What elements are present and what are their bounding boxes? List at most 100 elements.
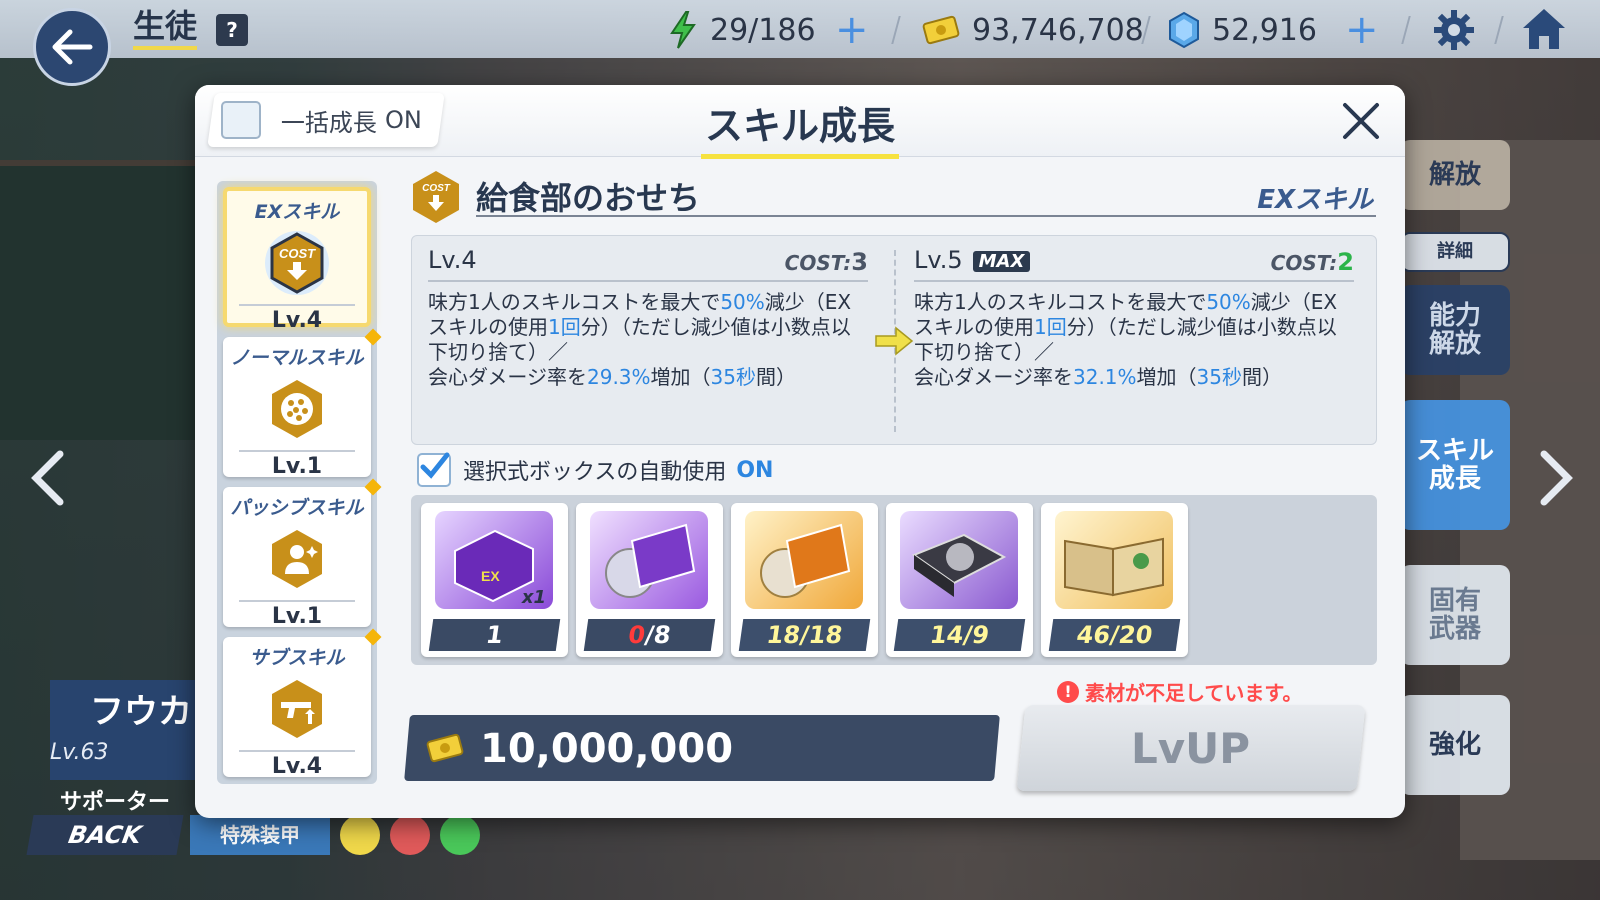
- separator: [1494, 16, 1504, 44]
- max-tag: MAX: [972, 250, 1031, 272]
- tab-level: Lv.4: [271, 754, 323, 779]
- armor-type: 特殊装甲: [190, 815, 330, 855]
- arrow-right-icon: [875, 326, 914, 356]
- divider: [239, 450, 355, 452]
- next-student-arrow-icon[interactable]: [1530, 448, 1580, 508]
- next-cost: COST:2: [1271, 248, 1354, 276]
- desc-text: 間）: [756, 365, 796, 389]
- current-cost: COST:3: [785, 248, 868, 276]
- modal-title-text: スキル成長: [700, 104, 899, 159]
- next-description: 味方1人のスキルコストを最大で50%減少（EXスキルの使用1回分）（ただし減少値…: [914, 290, 1354, 390]
- desc-text: 会心ダメージ率を: [428, 365, 587, 389]
- auto-use-checkbox[interactable]: [417, 452, 451, 487]
- desc-highlight: 1回: [548, 315, 581, 339]
- material-count: 14/9: [893, 619, 1026, 651]
- material-count: 0/8: [583, 619, 716, 651]
- divider: [914, 280, 1354, 282]
- desc-highlight: 35秒: [1196, 365, 1242, 389]
- gem-icon: [1169, 11, 1199, 49]
- skill-type: EXスキル: [1257, 185, 1373, 215]
- desc-text: 増加（: [650, 365, 711, 389]
- divider: [239, 600, 355, 602]
- skill-name: 給食部のおせち: [476, 179, 701, 217]
- skill-growth-menu[interactable]: スキル 成長: [1400, 400, 1510, 530]
- disc-icon: [760, 523, 851, 598]
- home-icon[interactable]: [1520, 6, 1568, 52]
- student-name: フウカ: [90, 692, 192, 732]
- tab-title: ノーマルスキル: [230, 347, 364, 369]
- material-count: 46/20: [1048, 619, 1181, 651]
- svg-text:EX: EX: [481, 568, 500, 584]
- next-level-box: Lv.5 MAX COST:2 味方1人のスキルコストを最大で50%減少（EXスキ…: [914, 246, 1354, 390]
- add-gem-button[interactable]: +: [1345, 10, 1379, 50]
- credit-display: 93,746,708: [922, 10, 1144, 50]
- prev-student-arrow-icon[interactable]: [24, 448, 74, 508]
- desc-highlight: 1回: [1034, 315, 1067, 339]
- lvup-label: LvUP: [1131, 723, 1251, 773]
- credit-icon: [426, 733, 464, 763]
- happy-face-icon: [440, 815, 480, 855]
- cost-value: 2: [1337, 248, 1354, 276]
- lightning-icon: [670, 11, 696, 49]
- level-compare-panel: Lv.4 COST:3 味方1人のスキルコストを最大で50%減少（EXスキルの使…: [411, 235, 1377, 445]
- material-item[interactable]: 18/18: [731, 503, 878, 657]
- gun-up-icon: [272, 680, 322, 738]
- hard-disk-icon: [900, 511, 1018, 609]
- ability-unlock-menu[interactable]: 能力 解放: [1400, 285, 1510, 375]
- tab-title: サブスキル: [249, 647, 345, 669]
- separator: [1401, 16, 1411, 44]
- material-item[interactable]: 14/9: [886, 503, 1033, 657]
- lvup-button[interactable]: LvUP: [1016, 705, 1366, 791]
- tab-ex-skill[interactable]: EXスキル COST Lv.4: [223, 187, 371, 333]
- material-item[interactable]: 0/8: [576, 503, 723, 657]
- divider: [428, 280, 868, 282]
- close-icon[interactable]: [1339, 99, 1383, 143]
- person-sparkle-icon: [272, 530, 322, 588]
- tab-normal-skill[interactable]: ノーマルスキル Lv.1: [223, 328, 382, 479]
- cost-label: COST:: [784, 251, 852, 275]
- material-tag: x1: [521, 587, 546, 608]
- skill-growth-modal: 一括成長 ON スキル成長 EXスキル COST Lv.4 ノーマルスキル Lv…: [195, 85, 1405, 818]
- angry-face-icon: [390, 815, 430, 855]
- dotted-circle-icon: [272, 380, 322, 438]
- auto-use-label: 選択式ボックスの自動使用: [463, 460, 727, 485]
- add-ap-button[interactable]: +: [835, 10, 869, 50]
- desc-text: 増加（: [1136, 365, 1197, 389]
- disk-icon: [911, 533, 1007, 597]
- desc-highlight: 50%: [1206, 290, 1251, 314]
- next-level-value: Lv.5: [914, 246, 963, 274]
- cost-label: COST:: [1270, 251, 1338, 275]
- back-text-button[interactable]: BACK: [26, 815, 184, 855]
- tab-sub-skill[interactable]: サブスキル Lv.4: [223, 628, 382, 779]
- desc-text: 会心ダメージ率を: [914, 365, 1073, 389]
- cost-down-icon: COST: [265, 231, 329, 295]
- unique-weapon-menu[interactable]: 固有 武器: [1400, 565, 1510, 665]
- credit-icon: [922, 15, 960, 45]
- tab-title: EXスキル: [254, 201, 340, 223]
- tab-title: パッシブスキル: [230, 497, 364, 519]
- detail-button[interactable]: 詳細: [1400, 232, 1510, 272]
- modal-header: 一括成長 ON スキル成長: [195, 85, 1405, 159]
- material-item[interactable]: 46/20: [1041, 503, 1188, 657]
- desc-highlight: 35秒: [710, 365, 756, 389]
- material-item[interactable]: EX x1 1: [421, 503, 568, 657]
- tab-level: Lv.1: [271, 454, 323, 479]
- checkmark-icon: [420, 452, 450, 479]
- material-need: /8: [643, 621, 673, 649]
- gear-icon[interactable]: [1432, 8, 1476, 52]
- top-bar: 生徒 ? 29/186 + 93,746,708 52,916 +: [0, 0, 1600, 58]
- credit-value: 93,746,708: [972, 12, 1144, 48]
- tab-level: Lv.4: [271, 308, 323, 333]
- enhance-menu[interactable]: 強化: [1400, 695, 1510, 795]
- desc-highlight: 50%: [720, 290, 765, 314]
- tab-passive-skill[interactable]: パッシブスキル Lv.1: [223, 478, 382, 629]
- disc-icon: [605, 523, 696, 598]
- price-value: 10,000,000: [480, 726, 734, 772]
- help-button[interactable]: ?: [216, 14, 248, 46]
- back-button[interactable]: [33, 8, 111, 86]
- arrow-left-icon: [52, 29, 93, 65]
- unlock-menu[interactable]: 解放: [1400, 140, 1510, 210]
- current-level-box: Lv.4 COST:3 味方1人のスキルコストを最大で50%減少（EXスキルの使…: [428, 246, 868, 390]
- svg-text:COST: COST: [422, 183, 451, 194]
- auto-use-toggle[interactable]: 選択式ボックスの自動使用 ON: [417, 452, 773, 487]
